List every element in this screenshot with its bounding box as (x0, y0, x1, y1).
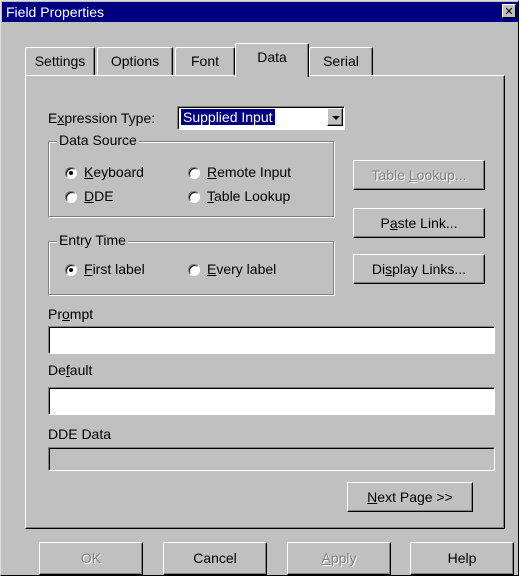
cancel-button[interactable]: Cancel (163, 542, 267, 575)
title-bar: Field Properties ✕ (2, 2, 518, 22)
radio-first-label-text[interactable]: First label (84, 261, 145, 277)
dde-data-label: DDE Data (48, 426, 112, 442)
ok-button[interactable]: OK (39, 542, 143, 575)
window-title: Field Properties (6, 4, 105, 20)
radio-every-label-text[interactable]: Every label (207, 261, 276, 277)
data-source-legend: Data Source (57, 132, 139, 148)
radio-every-label[interactable] (188, 264, 200, 276)
prompt-label: Prompt (48, 306, 94, 322)
close-icon[interactable]: ✕ (502, 4, 516, 18)
field-properties-dialog: Field Properties ✕ Settings Options Font… (0, 0, 519, 576)
radio-first-label[interactable] (65, 264, 77, 276)
default-label: Default (48, 362, 93, 378)
expression-type-label: Expression Type: (48, 110, 156, 126)
radio-keyboard-label[interactable]: Keyboard (84, 164, 144, 180)
prompt-input[interactable] (48, 326, 495, 354)
radio-remote-input-label[interactable]: Remote Input (207, 164, 291, 180)
display-links-button[interactable]: Display Links... (353, 254, 485, 284)
radio-remote-input[interactable] (188, 167, 200, 179)
expression-type-value: Supplied Input (181, 109, 275, 125)
tab-data[interactable]: Data (235, 43, 309, 77)
radio-dde-label[interactable]: DDE (84, 188, 114, 204)
chevron-down-icon[interactable] (327, 108, 343, 126)
default-input[interactable] (48, 387, 495, 415)
expression-type-select[interactable]: Supplied Input (177, 106, 345, 130)
table-lookup-button[interactable]: Table Lookup... (353, 160, 485, 190)
radio-dde[interactable] (65, 191, 77, 203)
radio-keyboard[interactable] (65, 167, 77, 179)
help-button[interactable]: Help (410, 542, 514, 575)
tab-serial[interactable]: Serial (309, 47, 373, 75)
paste-link-button[interactable]: Paste Link... (353, 208, 485, 238)
next-page-button[interactable]: Next Page >> (347, 482, 473, 512)
tab-settings[interactable]: Settings (25, 47, 95, 75)
tab-options[interactable]: Options (97, 47, 173, 75)
radio-table-lookup[interactable] (188, 191, 200, 203)
entry-time-legend: Entry Time (57, 232, 128, 248)
apply-button[interactable]: Apply (287, 542, 391, 575)
tab-font[interactable]: Font (175, 47, 235, 75)
radio-table-lookup-label[interactable]: Table Lookup (207, 188, 290, 204)
dde-data-field (48, 447, 495, 471)
